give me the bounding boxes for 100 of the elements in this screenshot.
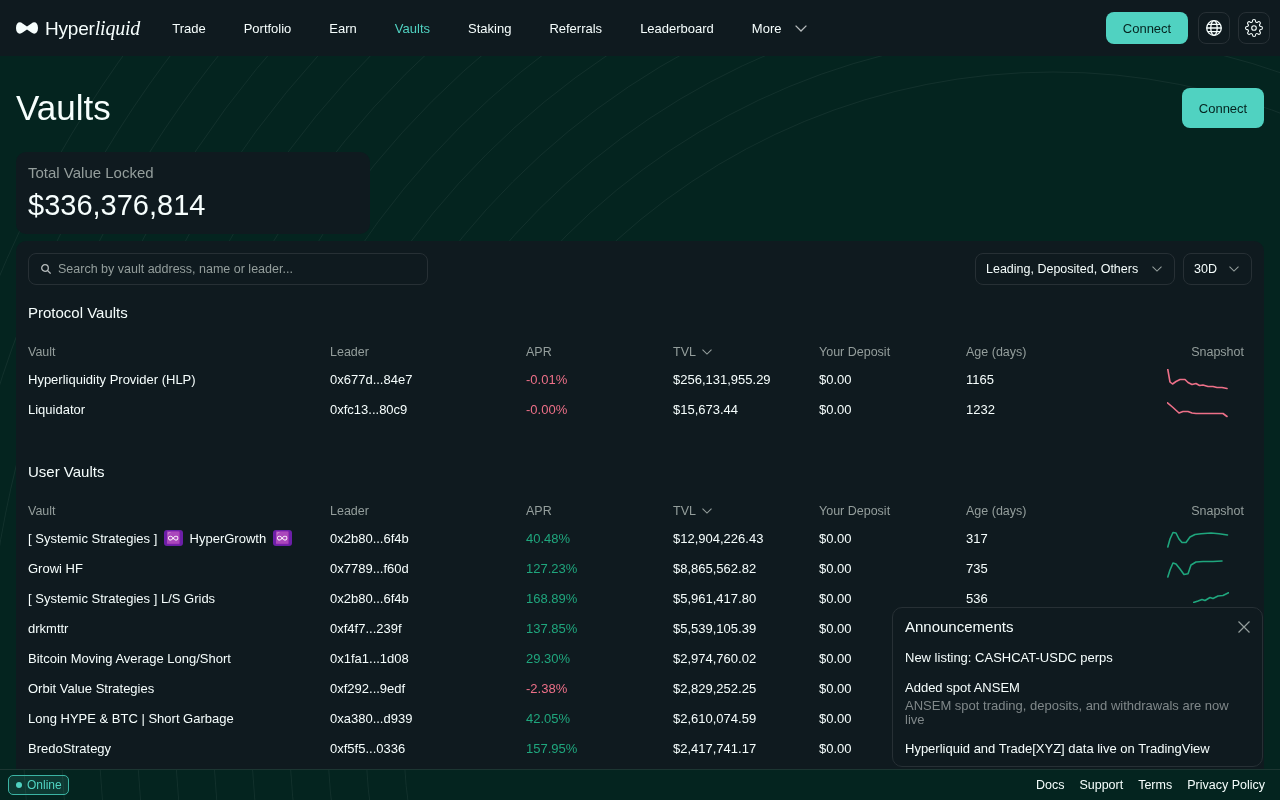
nav-link[interactable]: Staking xyxy=(449,0,531,56)
close-icon xyxy=(1238,621,1250,633)
chevron-down-icon xyxy=(795,24,808,32)
announcement-title[interactable]: Hyperliquid and Trade[XYZ] data live on TradingView xyxy=(905,741,1250,757)
chevron-down-icon xyxy=(1152,266,1162,272)
announcement-text: ANSEM spot trading, deposits, and withdrawals are now live xyxy=(905,699,1230,727)
sort-chevron-icon xyxy=(701,508,712,514)
apr-value: 42.05% xyxy=(526,711,571,726)
deposit-value: $0.00 xyxy=(819,561,852,576)
leader-address: 0xf292...9edf xyxy=(330,681,406,696)
globe-icon xyxy=(1206,20,1222,36)
apr-value: 29.30% xyxy=(526,651,571,666)
leader-address: 0xf5f5...0336 xyxy=(330,741,406,756)
search-icon xyxy=(41,264,51,274)
column-header[interactable]: Vault xyxy=(28,503,56,519)
filter-dropdown[interactable]: Leading, Deposited, Others xyxy=(975,253,1175,285)
tvl-value: $2,417,741.17 xyxy=(673,741,757,756)
nav-link[interactable]: Referrals xyxy=(530,0,622,56)
nav-menu-button[interactable]: More xyxy=(732,0,827,56)
age-value: 536 xyxy=(966,591,988,606)
deposit-value: $0.00 xyxy=(819,711,852,726)
footer-link[interactable]: Support xyxy=(1079,778,1124,792)
announcement-title[interactable]: Added spot ANSEM xyxy=(905,680,1250,696)
deposit-value: $0.00 xyxy=(819,651,852,666)
column-header[interactable]: TVL xyxy=(673,503,712,519)
leader-address: 0x2b80...6f4b xyxy=(330,531,409,546)
apr-value: 168.89% xyxy=(526,591,578,606)
column-header[interactable]: Snapshot xyxy=(1191,503,1244,519)
leader-address: 0xf4f7...239f xyxy=(330,621,402,636)
section-title: Protocol Vaults xyxy=(28,303,129,323)
popup-title: Announcements xyxy=(905,617,1014,637)
nav-link[interactable]: Portfolio xyxy=(224,0,311,56)
settings-icon xyxy=(1245,19,1263,37)
age-value: 735 xyxy=(966,561,988,576)
sort-chevron-icon xyxy=(701,349,712,355)
filter-dropdown[interactable]: 30D xyxy=(1183,253,1252,285)
nav-link[interactable]: Vaults xyxy=(375,0,449,56)
leader-address: 0x1fa1...1d08 xyxy=(330,651,409,666)
tvl-value: $336,376,814 xyxy=(28,188,207,223)
deposit-value: $0.00 xyxy=(819,402,852,417)
logo-text: Hyperliquid xyxy=(45,16,141,40)
vault-name: [ Systemic Strategies ] xyxy=(28,531,158,546)
tvl-value: $2,610,074.59 xyxy=(673,711,757,726)
footer-link[interactable]: Terms xyxy=(1138,778,1173,792)
column-header[interactable]: Age (days) xyxy=(966,503,1027,519)
footer-link[interactable]: Docs xyxy=(1035,778,1065,792)
leader-address: 0xa380...d939 xyxy=(330,711,413,726)
chevron-down-icon xyxy=(1229,266,1239,272)
column-header[interactable]: Leader xyxy=(330,503,369,519)
deposit-value: $0.00 xyxy=(819,621,852,636)
infinity-icon: ♾ xyxy=(163,530,183,546)
deposit-value: $0.00 xyxy=(819,681,852,696)
nav-link[interactable]: Leaderboard xyxy=(621,0,733,56)
logo-icon xyxy=(16,21,38,35)
column-header[interactable]: Vault xyxy=(28,344,56,360)
vault-name: drkmttr xyxy=(28,621,69,636)
tvl-value: $2,829,252.25 xyxy=(673,681,757,696)
column-header[interactable]: Leader xyxy=(330,344,369,360)
apr-value: 157.95% xyxy=(526,741,578,756)
age-value: 317 xyxy=(966,531,988,546)
age-value: 1165 xyxy=(966,372,994,387)
tvl-value: $256,131,955.29 xyxy=(673,372,771,387)
nav-link[interactable]: Trade xyxy=(153,0,225,56)
vault-name: Liquidator xyxy=(28,402,86,417)
apr-value: 137.85% xyxy=(526,621,578,636)
tvl-value: $5,961,417.80 xyxy=(673,591,757,606)
search-field[interactable]: Search by vault address, name or leader... xyxy=(28,253,428,285)
apr-value: 127.23% xyxy=(526,561,578,576)
leader-address: 0x7789...f60d xyxy=(330,561,409,576)
column-header[interactable]: Age (days) xyxy=(966,344,1027,360)
close-button[interactable] xyxy=(1238,621,1250,633)
column-header[interactable]: Snapshot xyxy=(1191,344,1244,360)
footer-link[interactable]: Privacy Policy xyxy=(1187,778,1265,792)
column-header[interactable]: APR xyxy=(526,503,552,519)
settings-button[interactable] xyxy=(1238,12,1270,44)
column-header[interactable]: TVL xyxy=(673,344,712,360)
tvl-value: $12,904,226.43 xyxy=(673,531,764,546)
deposit-value: $0.00 xyxy=(819,372,852,387)
language-button[interactable] xyxy=(1198,12,1230,44)
vault-name: [ Systemic Strategies ] L/S Grids xyxy=(28,591,216,606)
deposit-value: $0.00 xyxy=(819,591,852,606)
connect-button[interactable]: Connect xyxy=(1106,12,1188,44)
deposit-value: $0.00 xyxy=(819,741,852,756)
vault-name: Orbit Value Strategies xyxy=(28,681,155,696)
apr-value: 40.48% xyxy=(526,531,571,546)
connect-button[interactable]: Connect xyxy=(1182,88,1264,128)
vault-name: HyperGrowth xyxy=(189,531,267,546)
nav-link[interactable]: Earn xyxy=(310,0,376,56)
apr-value: -2.38% xyxy=(526,681,568,696)
leader-address: 0x677d...84e7 xyxy=(330,372,413,387)
column-header[interactable]: APR xyxy=(526,344,552,360)
apr-value: -0.00% xyxy=(526,402,568,417)
tvl-value: $5,539,105.39 xyxy=(673,621,757,636)
announcement-title[interactable]: New listing: CASHCAT-USDC perps xyxy=(905,650,1250,666)
tvl-value: $8,865,562.82 xyxy=(673,561,757,576)
vault-name: Bitcoin Moving Average Long/Short xyxy=(28,651,231,666)
tvl-value: $2,974,760.02 xyxy=(673,651,757,666)
column-header[interactable]: Your Deposit xyxy=(819,344,891,360)
vault-name: Hyperliquidity Provider (HLP) xyxy=(28,372,196,387)
column-header[interactable]: Your Deposit xyxy=(819,503,891,519)
